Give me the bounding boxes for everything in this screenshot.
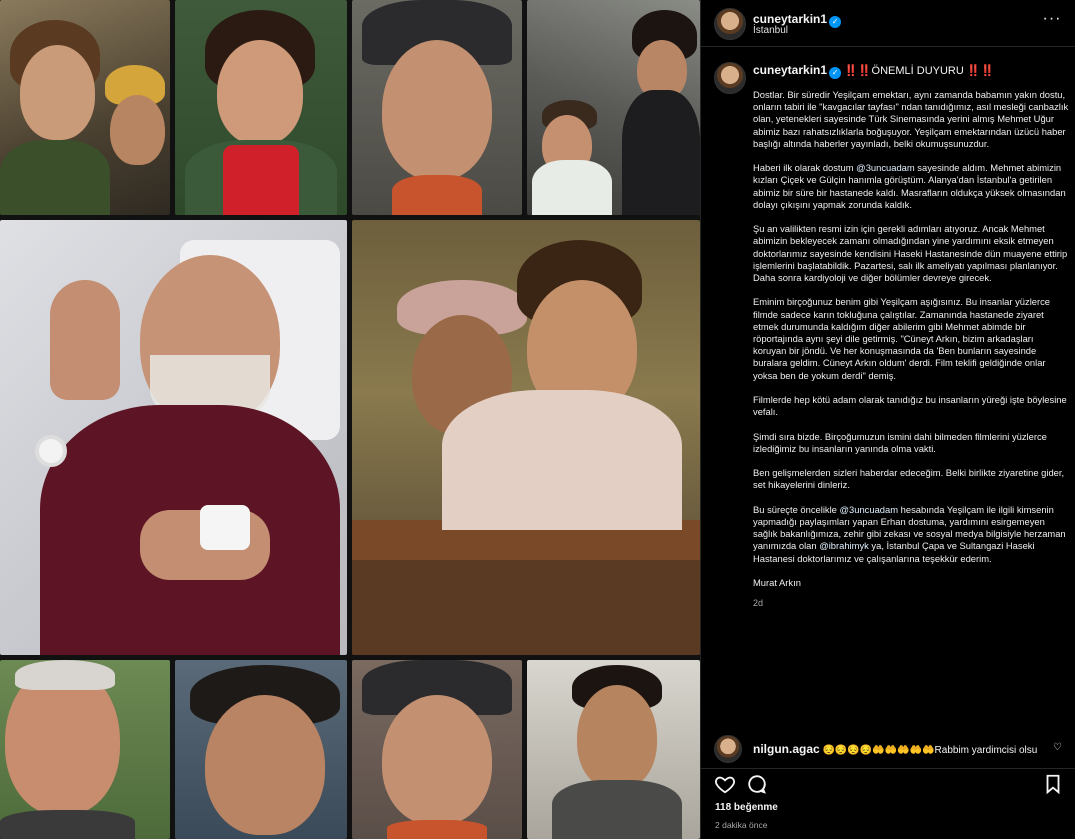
post-image-collage[interactable] <box>0 0 700 839</box>
caption-text: Dostlar. Bir süredir Yeşilçam emektarı, … <box>753 89 1069 610</box>
bookmark-icon[interactable] <box>1042 773 1064 795</box>
caption-paragraph: Bu süreçte öncelikle @3uncuadam hesabınd… <box>753 504 1069 565</box>
caption-age[interactable]: 2d <box>753 597 1069 609</box>
commenter-avatar[interactable] <box>714 735 742 763</box>
post-location[interactable]: İstanbul <box>753 25 788 36</box>
heart-outline-icon[interactable]: ♡ <box>1053 742 1062 753</box>
caption-paragraph: Eminim birçoğunuz benim gibi Yeşilçam aş… <box>753 296 1051 381</box>
comment-body: 😔😔😔😔🤲🤲🤲🤲🤲Rabbim yardimcisi olsun <box>822 745 1038 756</box>
alert-emoji: ‼️‼️ <box>844 65 872 77</box>
caption-section: cuneytarkin1 ✓ ‼️‼️ÖNEMLİ DUYURU ‼️‼️ Dos… <box>701 48 1075 733</box>
photo-tile-10 <box>527 660 700 839</box>
post-header: cuneytarkin1 ✓ İstanbul ··· <box>701 0 1075 47</box>
verified-badge-icon: ✓ <box>829 67 842 79</box>
caption-text-span: Bu süreçte öncelikle <box>753 503 840 515</box>
mention-link[interactable]: @3uncuadam <box>840 504 899 515</box>
mention-link[interactable]: @ibrahimyk <box>819 540 869 551</box>
comment-item: nilgun.agac 😔😔😔😔🤲🤲🤲🤲🤲Rabbim yardimcisi o… <box>701 735 1075 763</box>
caption-paragraph: Ben gelişmelerden sizleri haberdar edece… <box>753 467 1065 491</box>
photo-tile-1 <box>0 0 170 215</box>
caption-paragraph: Filmlerde hep kötü adam olarak tanıdığız… <box>753 394 1067 418</box>
caption-author-avatar[interactable] <box>714 62 746 94</box>
photo-tile-7 <box>0 660 170 839</box>
caption-text-span: Haberi ilk olarak dostum <box>753 162 857 174</box>
photo-tile-3 <box>352 0 522 215</box>
caption-paragraph: Dostlar. Bir süredir Yeşilçam emektarı, … <box>753 89 1069 149</box>
like-count[interactable]: 118 beğenme <box>715 802 778 813</box>
caption-text-span: sayesinde aldım. <box>914 162 988 174</box>
author-username[interactable]: cuneytarkin1 <box>753 12 827 26</box>
alert-emoji: ‼️‼️ <box>966 65 995 77</box>
post-timestamp[interactable]: 2 dakika önce <box>715 820 767 830</box>
comment-text: nilgun.agac 😔😔😔😔🤲🤲🤲🤲🤲Rabbim yardimcisi o… <box>753 742 1038 756</box>
photo-tile-2 <box>175 0 347 215</box>
comment-bubble-icon[interactable] <box>746 773 768 795</box>
photo-tile-9 <box>352 660 522 839</box>
more-options-button[interactable]: ··· <box>1040 10 1064 30</box>
post-side-panel: cuneytarkin1 ✓ İstanbul ··· cuneytarkin1 ✓… <box>700 0 1075 839</box>
caption-paragraph: Şimdi sıra bizde. Birçoğumuzun ismini da… <box>753 430 1047 454</box>
caption-header: cuneytarkin1 ✓ ‼️‼️ÖNEMLİ DUYURU ‼️‼️ <box>753 63 994 79</box>
photo-tile-4 <box>527 0 700 215</box>
caption-author-username[interactable]: cuneytarkin1 <box>753 63 827 77</box>
caption-paragraph: Şu an valilikten resmi izin için gerekli… <box>753 223 1068 284</box>
author-avatar[interactable] <box>714 8 746 40</box>
mention-link[interactable]: @3uncuadam <box>856 162 915 173</box>
caption-signature: Murat Arkın <box>753 577 801 588</box>
heart-outline-icon[interactable] <box>714 773 736 795</box>
action-bar <box>701 768 1075 796</box>
caption-title: ÖNEMLİ DUYURU <box>871 65 964 77</box>
photo-tile-5 <box>0 220 347 655</box>
photo-tile-6 <box>352 220 700 655</box>
photo-tile-8 <box>175 660 347 839</box>
commenter-username[interactable]: nilgun.agac <box>753 742 820 756</box>
caption-paragraph: Haberi ilk olarak dostum @3uncuadam saye… <box>753 162 1069 211</box>
verified-badge-icon: ✓ <box>829 16 842 28</box>
